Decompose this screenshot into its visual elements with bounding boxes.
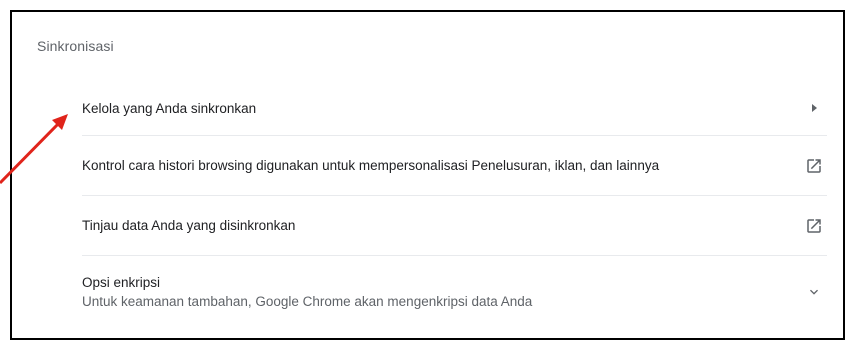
encryption-options-row[interactable]: Opsi enkripsi Untuk keamanan tambahan, G… (82, 255, 827, 327)
encryption-options-sublabel: Untuk keamanan tambahan, Google Chrome a… (82, 293, 533, 309)
review-synced-data-label: Tinjau data Anda yang disinkronkan (82, 218, 296, 233)
encryption-options-text: Opsi enkripsi Untuk keamanan tambahan, G… (82, 275, 802, 309)
manage-sync-row[interactable]: Kelola yang Anda sinkronkan (82, 83, 827, 133)
sync-settings-panel: Sinkronisasi Kelola yang Anda sinkronkan… (10, 10, 845, 340)
encryption-options-label: Opsi enkripsi (82, 274, 161, 290)
history-control-row[interactable]: Kontrol cara histori browsing digunakan … (82, 135, 827, 195)
history-control-label: Kontrol cara histori browsing digunakan … (82, 158, 660, 173)
open-in-new-icon (802, 214, 826, 238)
open-in-new-icon (802, 154, 826, 178)
manage-sync-label: Kelola yang Anda sinkronkan (82, 100, 257, 116)
chevron-down-icon[interactable] (802, 280, 826, 304)
triangle-right-icon (802, 96, 826, 120)
section-title: Sinkronisasi (37, 38, 114, 54)
review-synced-data-row[interactable]: Tinjau data Anda yang disinkronkan (82, 195, 827, 255)
